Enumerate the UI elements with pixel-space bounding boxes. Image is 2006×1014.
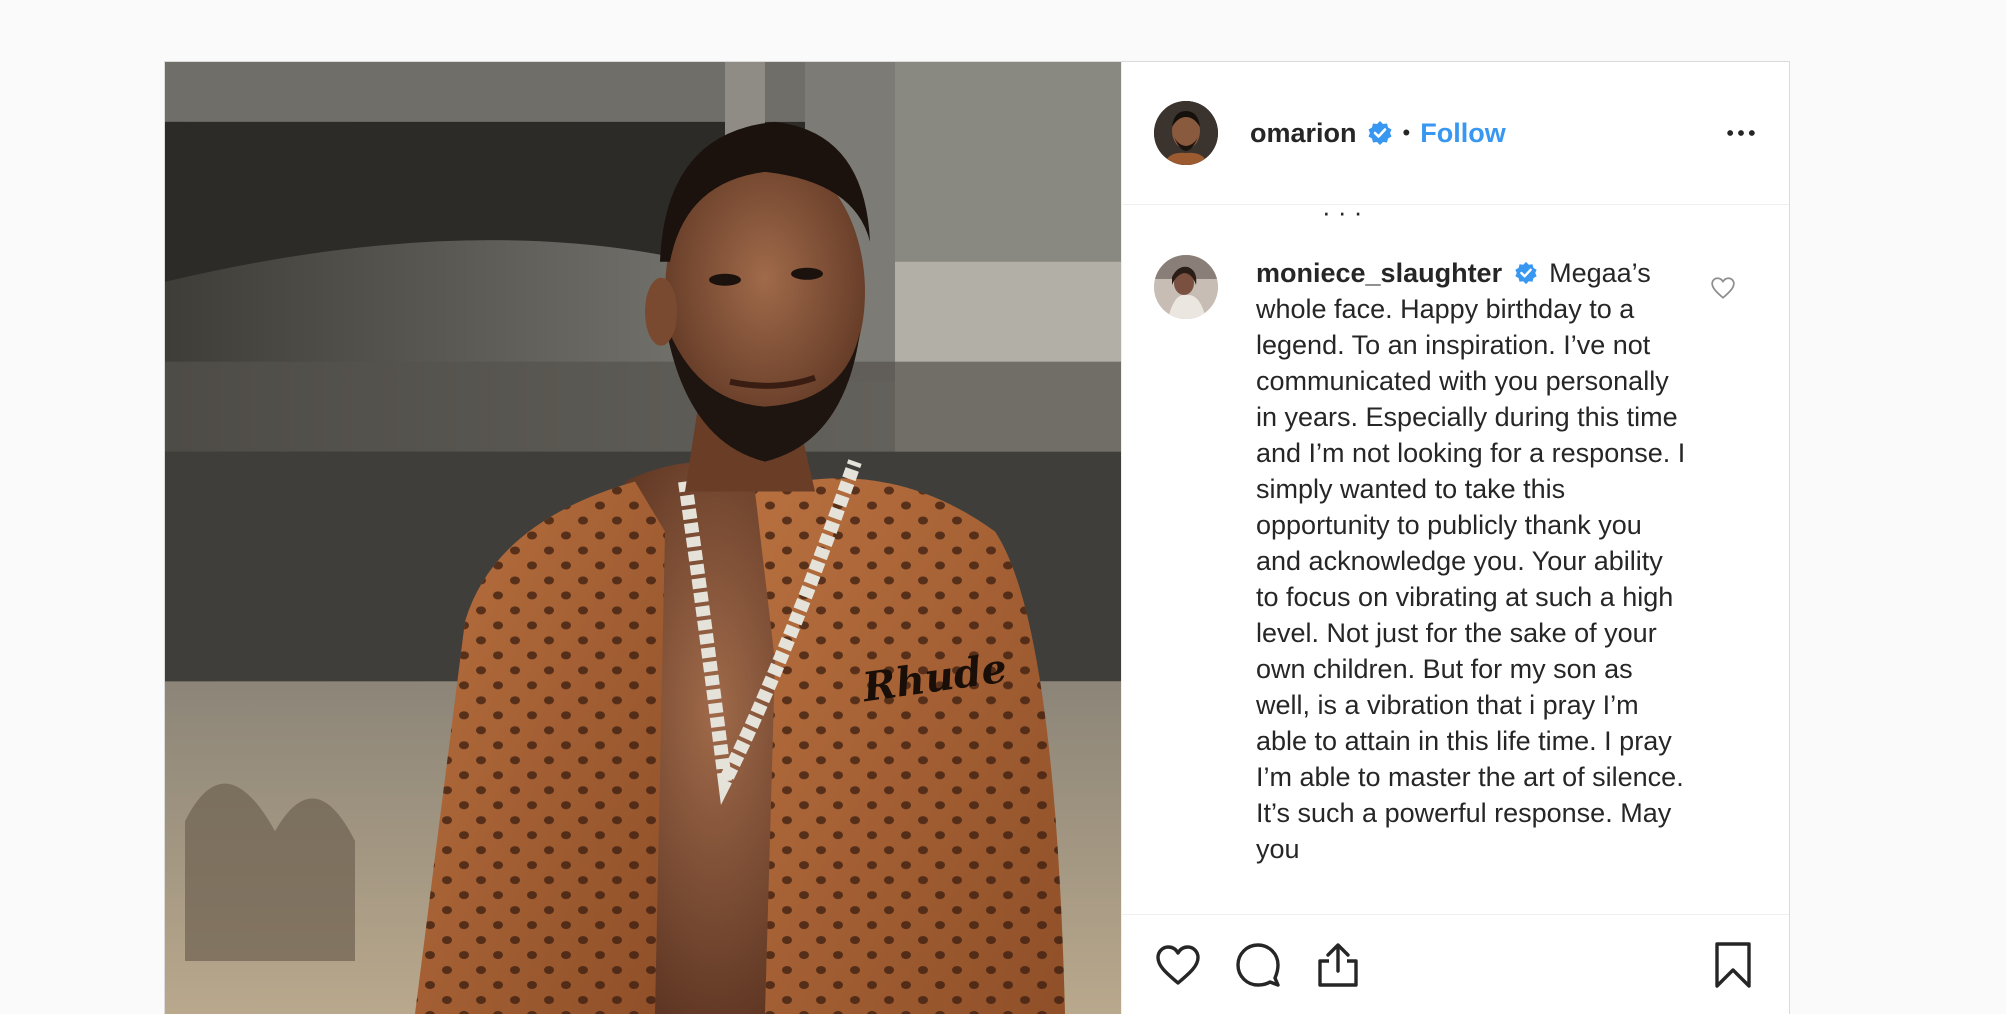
comment-icon [1236, 942, 1280, 987]
author-username[interactable]: omarion [1250, 118, 1357, 149]
like-icon [1156, 944, 1200, 985]
more-options-icon [1727, 130, 1755, 136]
comment-item: moniece_slaughter Megaa’s whole face. Ha… [1154, 255, 1744, 867]
commenter-avatar[interactable] [1154, 255, 1218, 319]
comments-section: · · · moniece_slaughter Megaa’s whole fa… [1122, 205, 1789, 914]
save-icon [1715, 941, 1751, 988]
more-options-button[interactable] [1723, 115, 1759, 151]
author-avatar-image [1154, 101, 1218, 165]
save-button[interactable] [1709, 941, 1757, 989]
share-button[interactable] [1314, 941, 1362, 989]
header-separator: • [1402, 120, 1411, 145]
action-bar [1122, 914, 1789, 1014]
share-icon [1318, 942, 1358, 987]
verified-badge-icon [1367, 120, 1393, 146]
commenter-username[interactable]: moniece_slaughter [1256, 258, 1502, 288]
post-photo[interactable]: Rhude [165, 62, 1121, 1014]
photo-image: Rhude [165, 62, 1121, 1014]
follow-button[interactable]: Follow [1420, 118, 1505, 149]
commenter-verified-badge-icon [1514, 261, 1537, 285]
comment-like-button[interactable] [1710, 275, 1736, 301]
comment-heart-icon [1711, 277, 1735, 299]
comment-button[interactable] [1234, 941, 1282, 989]
comment-text: Megaa’s whole face. Happy birthday to a … [1256, 258, 1686, 864]
post-header: omarion • Follow [1122, 62, 1789, 205]
post-sidebar: omarion • Follow · · · moniece_slaughter… [1121, 62, 1789, 1014]
clipped-previous-comment: · · · [1322, 205, 1363, 227]
post-card: Rhude omarion • Follow · · · moniece_sla… [164, 61, 1790, 1014]
comment-body: moniece_slaughter Megaa’s whole face. Ha… [1256, 255, 1686, 867]
like-button[interactable] [1154, 941, 1202, 989]
commenter-avatar-image [1154, 255, 1218, 319]
author-avatar[interactable] [1154, 101, 1218, 165]
